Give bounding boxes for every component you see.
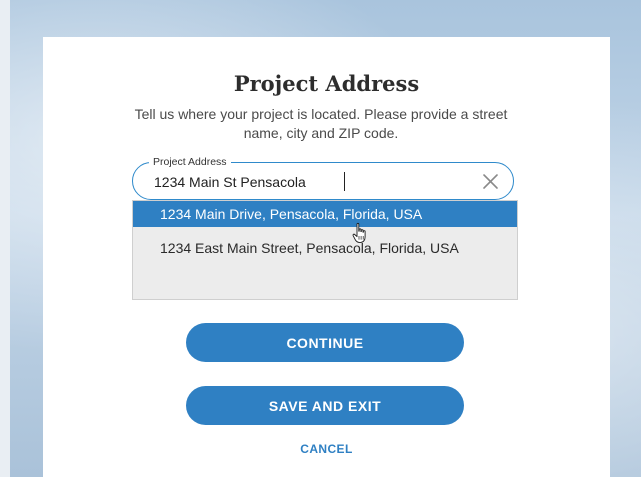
save-and-exit-button[interactable]: SAVE AND EXIT — [186, 386, 464, 425]
project-address-input[interactable] — [154, 172, 454, 192]
cancel-link[interactable]: CANCEL — [43, 442, 610, 456]
dialog-description: Tell us where your project is located. P… — [134, 106, 508, 141]
suggestion-item[interactable]: 1234 Main Drive, Pensacola, Florida, USA — [133, 201, 517, 227]
hand-cursor-icon — [352, 222, 366, 243]
continue-button[interactable]: CONTINUE — [186, 323, 464, 362]
dialog-title: Project Address — [233, 71, 420, 96]
project-address-field[interactable]: Project Address — [132, 155, 514, 200]
address-suggestions-list: 1234 Main Drive, Pensacola, Florida, USA… — [132, 200, 518, 300]
close-icon[interactable] — [482, 173, 499, 190]
project-address-label: Project Address — [149, 155, 231, 169]
text-caret — [344, 172, 345, 191]
left-edge-strip — [0, 0, 10, 477]
suggestion-item[interactable]: 1234 East Main Street, Pensacola, Florid… — [133, 235, 517, 261]
project-address-dialog: Project Address Tell us where your proje… — [43, 37, 610, 477]
